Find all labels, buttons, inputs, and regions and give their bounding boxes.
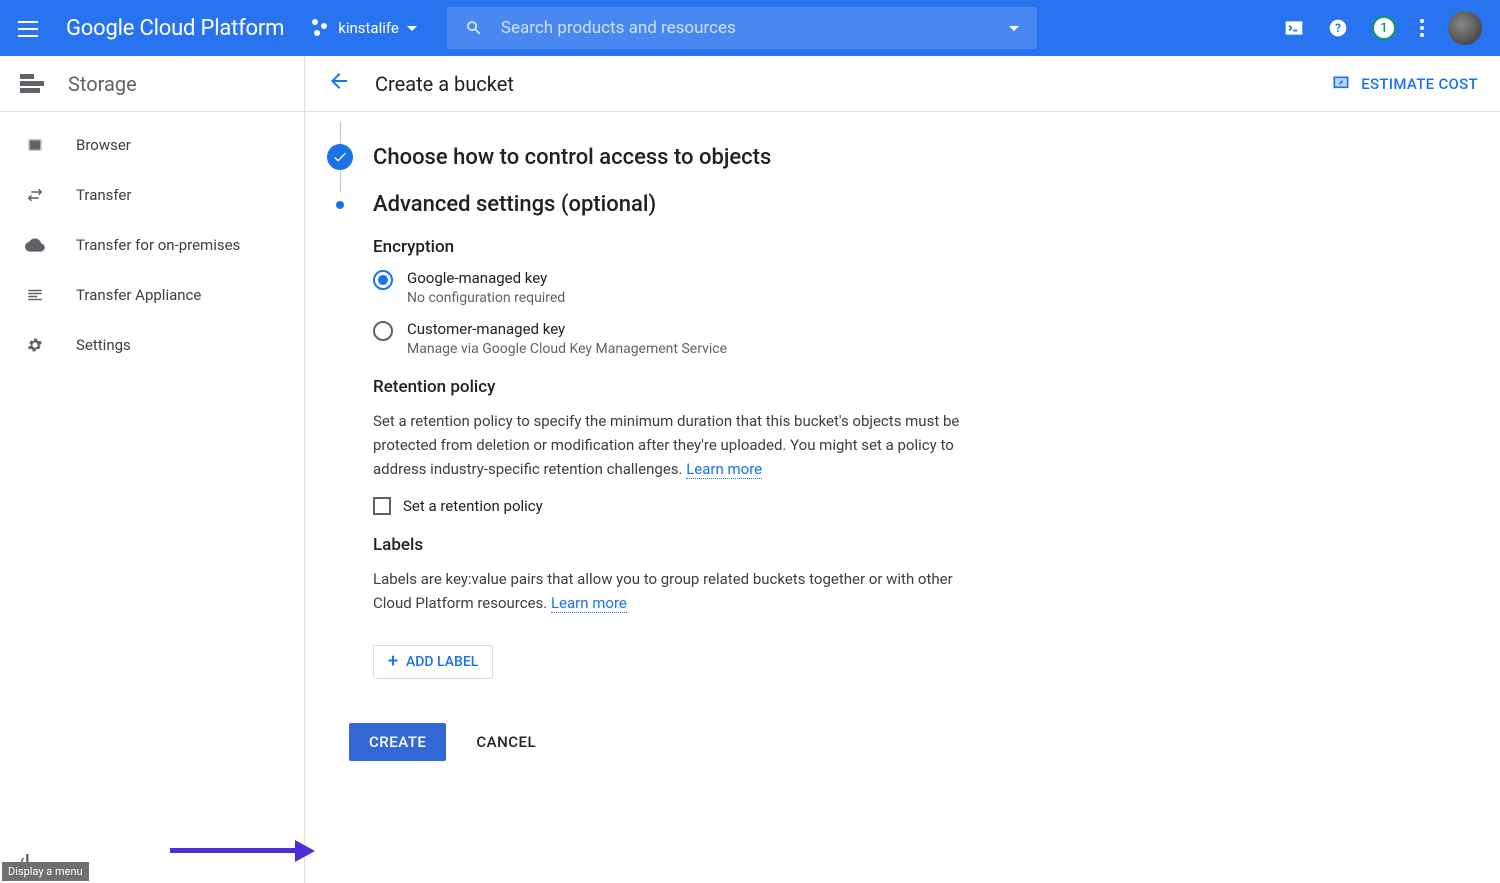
project-selector[interactable]: kinstalife (312, 19, 417, 37)
sidebar-item-transfer-onprem[interactable]: Transfer for on-premises (0, 220, 304, 270)
retention-heading: Retention policy (373, 377, 973, 397)
appliance-icon (24, 284, 46, 306)
sidebar-item-label: Transfer (76, 186, 131, 204)
labels-heading: Labels (373, 535, 973, 555)
cancel-button[interactable]: CANCEL (476, 733, 536, 751)
transfer-icon (24, 184, 46, 206)
estimate-cost-button[interactable]: ESTIMATE COST (1331, 74, 1478, 94)
gcp-logo[interactable]: Google Cloud Platform (66, 16, 284, 41)
search-box[interactable] (447, 7, 1037, 49)
help-icon[interactable]: ? (1328, 18, 1348, 38)
step-title: Choose how to control access to objects (373, 145, 771, 170)
checkbox-label: Set a retention policy (403, 497, 543, 515)
gear-icon (24, 334, 46, 356)
sidebar-item-label: Settings (76, 336, 131, 354)
page-title: Create a bucket (375, 72, 514, 96)
radio-icon (373, 321, 393, 341)
search-icon (465, 19, 483, 37)
sidebar-item-transfer[interactable]: Transfer (0, 170, 304, 220)
retention-desc: Set a retention policy to specify the mi… (373, 409, 973, 481)
notification-badge[interactable]: 1 (1372, 16, 1396, 40)
browser-icon (24, 134, 46, 156)
back-arrow-icon[interactable] (327, 69, 351, 99)
project-icon (312, 19, 330, 37)
content-area: Create a bucket ESTIMATE COST Choose how… (305, 56, 1500, 883)
storage-icon (20, 74, 44, 94)
svg-text:?: ? (1335, 21, 1341, 35)
account-avatar[interactable] (1448, 11, 1482, 45)
step-active: Advanced settings (optional) (327, 192, 1283, 217)
sidebar: Storage Browser Transfer Transfer for on… (0, 56, 305, 883)
retention-checkbox[interactable]: Set a retention policy (373, 497, 973, 515)
radio-label: Google-managed key (407, 269, 565, 287)
step-title: Advanced settings (optional) (373, 192, 656, 217)
radio-sublabel: Manage via Google Cloud Key Management S… (407, 341, 727, 357)
radio-sublabel: No configuration required (407, 290, 565, 306)
search-input[interactable] (501, 18, 1037, 38)
labels-desc: Labels are key:value pairs that allow yo… (373, 567, 973, 615)
cloud-upload-icon (24, 234, 46, 256)
hamburger-menu-icon[interactable] (18, 16, 42, 40)
more-vert-icon[interactable] (1420, 19, 1424, 37)
learn-more-link[interactable]: Learn more (686, 460, 762, 479)
radio-icon (373, 270, 393, 290)
check-icon (327, 144, 353, 170)
chevron-down-icon (407, 26, 417, 31)
learn-more-link[interactable]: Learn more (551, 594, 627, 613)
sidebar-item-settings[interactable]: Settings (0, 320, 304, 370)
sidebar-item-transfer-appliance[interactable]: Transfer Appliance (0, 270, 304, 320)
radio-customer-managed[interactable]: Customer-managed key Manage via Google C… (373, 320, 973, 357)
sidebar-item-browser[interactable]: Browser (0, 120, 304, 170)
content-header: Create a bucket ESTIMATE COST (305, 56, 1500, 112)
sidebar-item-label: Transfer for on-premises (76, 236, 240, 254)
sidebar-header: Storage (0, 56, 304, 112)
sidebar-item-label: Transfer Appliance (76, 286, 201, 304)
sidebar-title: Storage (68, 72, 137, 96)
radio-label: Customer-managed key (407, 320, 727, 338)
tooltip: Display a menu (2, 862, 89, 881)
cloud-shell-icon[interactable] (1284, 18, 1304, 38)
step-completed[interactable]: Choose how to control access to objects (327, 144, 1283, 170)
estimate-icon (1331, 74, 1351, 94)
checkbox-icon (373, 497, 391, 515)
project-name: kinstalife (338, 19, 399, 37)
radio-google-managed[interactable]: Google-managed key No configuration requ… (373, 269, 973, 306)
top-header: Google Cloud Platform kinstalife ? 1 (0, 0, 1500, 56)
chevron-down-icon[interactable] (1009, 26, 1019, 31)
step-dot-icon (327, 201, 353, 209)
plus-icon: + (388, 655, 398, 669)
encryption-heading: Encryption (373, 237, 973, 257)
create-button[interactable]: CREATE (349, 723, 446, 761)
sidebar-item-label: Browser (76, 136, 131, 154)
add-label-button[interactable]: + ADD LABEL (373, 645, 493, 679)
